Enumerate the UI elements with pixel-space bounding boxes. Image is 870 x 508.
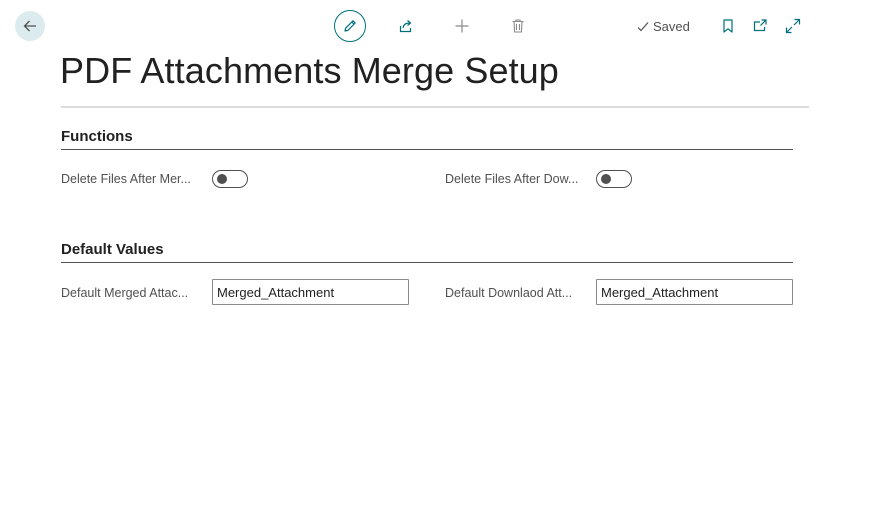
default-download-attachment-input[interactable] (596, 279, 793, 305)
section-title-default-values[interactable]: Default Values (61, 241, 164, 258)
default-merged-attachment-input[interactable] (212, 279, 409, 305)
title-divider (61, 106, 809, 108)
delete-files-after-download-label: Delete Files After Dow... (445, 172, 579, 186)
page-title: PDF Attachments Merge Setup (60, 50, 559, 91)
share-button[interactable] (392, 12, 420, 40)
trash-icon (512, 19, 524, 33)
delete-files-after-download-toggle[interactable] (596, 170, 632, 188)
section-title-functions[interactable]: Functions (61, 128, 133, 145)
bookmark-button[interactable] (714, 12, 742, 40)
expand-button[interactable] (779, 12, 807, 40)
default-merged-attachment-label: Default Merged Attac... (61, 286, 189, 300)
pencil-icon (344, 20, 356, 32)
section-divider-default-values (61, 262, 793, 263)
bookmark-icon (723, 19, 733, 33)
delete-files-after-merge-label: Delete Files After Mer... (61, 172, 191, 186)
expand-icon (785, 18, 801, 34)
delete-files-after-merge-toggle[interactable] (212, 170, 248, 188)
arrow-left-icon (23, 20, 36, 32)
saved-status: Saved (636, 19, 690, 34)
plus-icon (455, 19, 469, 33)
saved-status-label: Saved (653, 19, 690, 34)
section-divider-functions (61, 149, 793, 150)
delete-button[interactable] (504, 12, 532, 40)
back-button[interactable] (15, 11, 45, 41)
checkmark-icon (637, 21, 649, 31)
edit-button[interactable] (334, 10, 366, 42)
default-download-attachment-label: Default Downlaod Att... (445, 286, 573, 300)
new-button[interactable] (448, 12, 476, 40)
open-new-window-button[interactable] (746, 12, 774, 40)
open-in-new-window-icon (753, 19, 767, 32)
toggle-knob (217, 174, 227, 184)
toggle-knob (601, 174, 611, 184)
share-icon (399, 20, 412, 33)
